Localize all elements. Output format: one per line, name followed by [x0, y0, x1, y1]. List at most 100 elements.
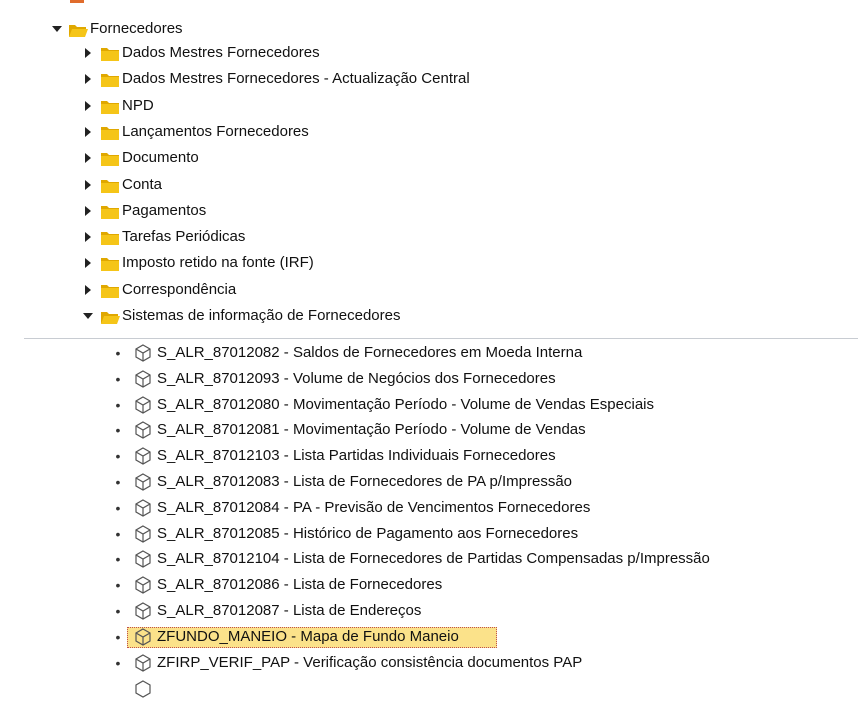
tree-node-transaction[interactable]: • S_ALR_87012080 - Movimentação Período -…	[0, 392, 858, 418]
tree-node-folder[interactable]: NPD	[0, 93, 858, 119]
expand-arrow-icon[interactable]	[52, 16, 64, 42]
transaction-separator: -	[289, 654, 304, 671]
tree-node-transaction[interactable]: • S_ALR_87012082 - Saldos de Fornecedores…	[0, 340, 858, 366]
tree-node-transaction[interactable]: • S_ALR_87012093 - Volume de Negócios dos…	[0, 366, 858, 392]
top-edge-marker	[0, 0, 858, 4]
collapse-arrow-icon[interactable]	[83, 93, 95, 119]
transaction-icon	[134, 396, 152, 414]
tree-node-transaction[interactable]: • S_ALR_87012084 - PA - Previsão de Venci…	[0, 495, 858, 521]
tree-node-transaction[interactable]: • S_ALR_87012086 - Lista de Fornecedores	[0, 572, 858, 598]
tree-node-folder[interactable]: Conta	[0, 172, 858, 198]
transaction-icon	[134, 680, 152, 698]
folder-icon	[100, 255, 120, 271]
transaction-text: S_ALR_87012082 - Saldos de Fornecedores …	[157, 340, 582, 366]
tree-node-label: Correspondência	[122, 281, 237, 298]
transaction-code: S_ALR_87012082	[157, 344, 280, 361]
bullet-icon: •	[115, 448, 121, 464]
bullet-icon: •	[115, 551, 121, 567]
transaction-description: PA - Previsão de Vencimentos Fornecedore…	[292, 499, 591, 516]
transaction-text: S_ALR_87012083 - Lista de Fornecedores d…	[157, 469, 572, 495]
tree-node-label: Fornecedores	[90, 20, 183, 37]
transaction-icon	[134, 447, 152, 465]
tree-node-transaction[interactable]: • S_ALR_87012083 - Lista de Fornecedores …	[0, 469, 858, 495]
transaction-separator: -	[279, 499, 293, 516]
transaction-separator: -	[287, 628, 301, 645]
transaction-separator: -	[279, 602, 293, 619]
tree-node-transaction[interactable]: • ZFIRP_VERIF_PAP - Verificação consistên…	[0, 650, 858, 676]
folder-icon	[100, 229, 120, 245]
transaction-text: S_ALR_87012085 - Histórico de Pagamento …	[157, 521, 578, 547]
folder-icon	[100, 71, 120, 87]
collapse-arrow-icon[interactable]	[83, 172, 95, 198]
bullet-icon: •	[115, 655, 121, 671]
transaction-description: Mapa de Fundo Maneio	[300, 628, 459, 645]
transaction-description: Lista Partidas Individuais Fornecedores	[292, 447, 556, 464]
tree-node-label: Imposto retido na fonte (IRF)	[122, 254, 314, 271]
bullet-icon: •	[115, 500, 121, 516]
tree-node-folder[interactable]: Sistemas de informação de Fornecedores	[0, 303, 858, 329]
transaction-separator: -	[279, 550, 293, 567]
transaction-separator: -	[279, 447, 293, 464]
tree-node-label: Conta	[122, 176, 163, 193]
bullet-icon: •	[115, 397, 121, 413]
tree-node-transaction[interactable]: • S_ALR_87012081 - Movimentação Período -…	[0, 417, 858, 443]
collapse-arrow-icon[interactable]	[83, 66, 95, 92]
collapse-arrow-icon[interactable]	[83, 224, 95, 250]
bullet-icon: •	[115, 474, 121, 490]
collapse-arrow-icon[interactable]	[83, 198, 95, 224]
tree-node-folder[interactable]: Lançamentos Fornecedores	[0, 119, 858, 145]
transaction-description: Verificação consistência documentos PAP	[303, 654, 583, 671]
collapse-arrow-icon[interactable]	[83, 145, 95, 171]
tree-node-label: Dados Mestres Fornecedores	[122, 44, 320, 61]
transaction-code: S_ALR_87012087	[157, 602, 280, 619]
tree-node-transaction[interactable]: • S_ALR_87012103 - Lista Partidas Individ…	[0, 443, 858, 469]
collapse-arrow-icon[interactable]	[83, 40, 95, 66]
transaction-code: S_ALR_87012093	[157, 370, 280, 387]
folder-open-icon	[100, 308, 120, 324]
transaction-description: Lista de Fornecedores de PA p/Impressão	[292, 473, 572, 490]
tree-node-transaction-selected[interactable]: • ZFUNDO_MANEIO - Mapa de Fundo Maneio	[0, 624, 858, 650]
tree-node-folder[interactable]: Correspondência	[0, 277, 858, 303]
bullet-icon: •	[115, 526, 121, 542]
tree-node-label: Pagamentos	[122, 202, 207, 219]
transaction-icon	[134, 602, 152, 620]
transaction-code: ZFUNDO_MANEIO	[157, 628, 288, 645]
transaction-code: S_ALR_87012085	[157, 525, 280, 542]
transaction-icon	[134, 654, 152, 672]
transaction-text: ZFUNDO_MANEIO - Mapa de Fundo Maneio	[157, 624, 459, 650]
tree-node-transaction[interactable]: • S_ALR_87012087 - Lista de Endereços	[0, 598, 858, 624]
expand-arrow-icon[interactable]	[83, 303, 95, 329]
tree-node-folder[interactable]: Dados Mestres Fornecedores - Actualizaçã…	[0, 66, 858, 92]
transaction-icon	[134, 576, 152, 594]
transaction-text: S_ALR_87012087 - Lista de Endereços	[157, 598, 421, 624]
tree-node-folder[interactable]: Pagamentos	[0, 198, 858, 224]
transaction-description: Movimentação Período - Volume de Vendas	[292, 421, 586, 438]
tree-node-transaction[interactable]: • S_ALR_87012104 - Lista de Fornecedores …	[0, 546, 858, 572]
transaction-separator: -	[279, 473, 293, 490]
transaction-icon	[134, 525, 152, 543]
transaction-description: Movimentação Período - Volume de Vendas …	[292, 396, 654, 413]
collapse-arrow-icon[interactable]	[83, 119, 95, 145]
folder-open-icon	[68, 21, 88, 37]
transaction-icon	[134, 473, 152, 491]
folder-icon	[100, 124, 120, 140]
transaction-separator: -	[279, 421, 293, 438]
tree-node-label: Dados Mestres Fornecedores - Actualizaçã…	[122, 70, 470, 87]
tree-node-folder[interactable]: Tarefas Periódicas	[0, 224, 858, 250]
tree-node-folder[interactable]: Documento	[0, 145, 858, 171]
collapse-arrow-icon[interactable]	[83, 277, 95, 303]
tree-node-label: Documento	[122, 149, 199, 166]
transaction-icon	[134, 344, 152, 362]
tree-node-root[interactable]: Fornecedores	[0, 16, 858, 42]
transaction-code: S_ALR_87012080	[157, 396, 280, 413]
tree-node-partial	[0, 678, 858, 704]
transaction-separator: -	[279, 525, 293, 542]
tree-node-folder[interactable]: Imposto retido na fonte (IRF)	[0, 250, 858, 276]
tree-node-folder[interactable]: Dados Mestres Fornecedores	[0, 40, 858, 66]
transaction-separator: -	[279, 344, 293, 361]
tree-node-transaction[interactable]: • S_ALR_87012085 - Histórico de Pagamento…	[0, 521, 858, 547]
separator-line	[24, 338, 858, 339]
collapse-arrow-icon[interactable]	[83, 250, 95, 276]
bullet-icon: •	[115, 603, 121, 619]
bullet-icon: •	[115, 345, 121, 361]
